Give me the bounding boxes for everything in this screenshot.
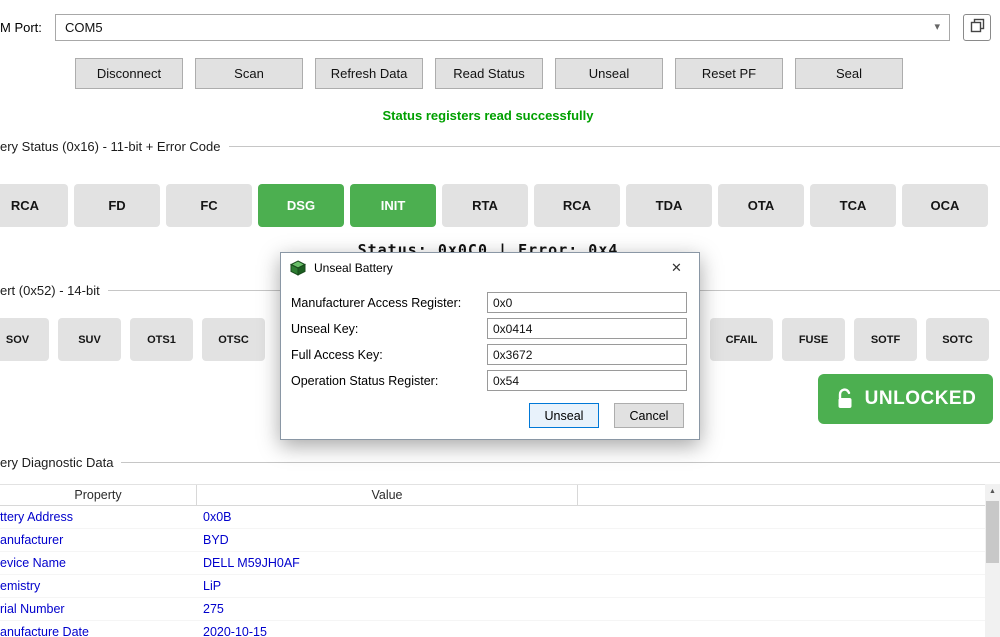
- property-cell: ttery Address: [0, 510, 197, 524]
- value-cell: BYD: [197, 533, 229, 547]
- flag-tda[interactable]: TDA: [626, 184, 712, 227]
- field-row: Operation Status Register:: [291, 370, 689, 391]
- field-row: Unseal Key:: [291, 318, 689, 339]
- table-row[interactable]: emistry LiP: [0, 575, 985, 598]
- toolbar: Disconnect Scan Refresh Data Read Status…: [75, 58, 903, 89]
- seal-button[interactable]: Seal: [795, 58, 903, 89]
- reset-pf-button[interactable]: Reset PF: [675, 58, 783, 89]
- flag-cfail[interactable]: CFAIL: [710, 318, 773, 361]
- battery-app-icon: [290, 260, 306, 276]
- app-window: M Port: COM5 ▾ Disconnect Scan Refresh D…: [0, 0, 1000, 637]
- table-row[interactable]: evice Name DELL M59JH0AF: [0, 552, 985, 575]
- scan-button[interactable]: Scan: [195, 58, 303, 89]
- flag-rta[interactable]: RTA: [442, 184, 528, 227]
- dialog-unseal-button[interactable]: Unseal: [529, 403, 599, 428]
- property-cell: evice Name: [0, 556, 197, 570]
- value-cell: 0x0B: [197, 510, 232, 524]
- flag-rca-2[interactable]: RCA: [534, 184, 620, 227]
- property-cell: rial Number: [0, 602, 197, 616]
- flag-sotc[interactable]: SOTC: [926, 318, 989, 361]
- table-scrollbar[interactable]: ▲: [985, 484, 1000, 637]
- flag-sotf[interactable]: SOTF: [854, 318, 917, 361]
- unseal-dialog: Unseal Battery ✕ Manufacturer Access Reg…: [280, 252, 700, 440]
- table-header-row: Property Value: [0, 484, 985, 506]
- com-port-select[interactable]: COM5 ▾: [55, 14, 950, 41]
- refresh-ports-button[interactable]: [963, 14, 991, 41]
- read-status-button[interactable]: Read Status: [435, 58, 543, 89]
- diagnostics-table: Property Value ttery Address 0x0B anufac…: [0, 484, 985, 637]
- dialog-cancel-button[interactable]: Cancel: [614, 403, 684, 428]
- full-access-key-label: Full Access Key:: [291, 348, 383, 362]
- alert-flags-row-right: CFAIL FUSE SOTF SOTC: [710, 318, 989, 361]
- column-header-empty: [578, 485, 985, 505]
- column-header-property[interactable]: Property: [0, 485, 197, 505]
- flag-rca[interactable]: RCA: [0, 184, 68, 227]
- status-message: Status registers read successfully: [383, 108, 594, 123]
- manufacturer-access-input[interactable]: [487, 292, 687, 313]
- scroll-up-arrow-icon[interactable]: ▲: [985, 484, 1000, 499]
- section-divider: [121, 462, 1000, 463]
- value-cell: 2020-10-15: [197, 625, 267, 637]
- table-row[interactable]: anufacture Date 2020-10-15: [0, 621, 985, 637]
- com-port-value: COM5: [65, 20, 103, 35]
- section-diagnostics-title: ery Diagnostic Data: [0, 455, 113, 470]
- table-row[interactable]: rial Number 275: [0, 598, 985, 621]
- chevron-down-icon: ▾: [934, 22, 940, 33]
- close-icon[interactable]: ✕: [654, 253, 699, 283]
- unseal-key-input[interactable]: [487, 318, 687, 339]
- scrollbar-thumb[interactable]: [986, 501, 999, 563]
- section-battery-status: ery Status (0x16) - 11-bit + Error Code: [0, 139, 1000, 154]
- value-cell: LiP: [197, 579, 221, 593]
- operation-status-input[interactable]: [487, 370, 687, 391]
- flag-oca[interactable]: OCA: [902, 184, 988, 227]
- section-divider: [229, 146, 1000, 147]
- com-port-label: M Port:: [0, 20, 42, 35]
- table-row[interactable]: ttery Address 0x0B: [0, 506, 985, 529]
- flag-fuse[interactable]: FUSE: [782, 318, 845, 361]
- value-cell: DELL M59JH0AF: [197, 556, 300, 570]
- property-cell: emistry: [0, 579, 197, 593]
- unlocked-button[interactable]: UNLOCKED: [818, 374, 993, 424]
- overlapping-windows-icon: [970, 18, 985, 38]
- flag-fc[interactable]: FC: [166, 184, 252, 227]
- unlock-icon: [835, 388, 855, 410]
- table-row[interactable]: anufacturer BYD: [0, 529, 985, 552]
- section-alert-title: ert (0x52) - 14-bit: [0, 283, 100, 298]
- unseal-key-label: Unseal Key:: [291, 322, 358, 336]
- full-access-key-input[interactable]: [487, 344, 687, 365]
- flag-otsc[interactable]: OTSC: [202, 318, 265, 361]
- flag-init[interactable]: INIT: [350, 184, 436, 227]
- unseal-button[interactable]: Unseal: [555, 58, 663, 89]
- refresh-data-button[interactable]: Refresh Data: [315, 58, 423, 89]
- property-cell: anufacture Date: [0, 625, 197, 637]
- flag-ota[interactable]: OTA: [718, 184, 804, 227]
- flag-suv[interactable]: SUV: [58, 318, 121, 361]
- column-header-value[interactable]: Value: [197, 485, 578, 505]
- dialog-titlebar[interactable]: Unseal Battery: [281, 253, 699, 283]
- flag-dsg[interactable]: DSG: [258, 184, 344, 227]
- operation-status-label: Operation Status Register:: [291, 374, 438, 388]
- property-cell: anufacturer: [0, 533, 197, 547]
- flag-tca[interactable]: TCA: [810, 184, 896, 227]
- flag-sov[interactable]: SOV: [0, 318, 49, 361]
- alert-flags-row-left: SOV SUV OTS1 OTSC: [0, 318, 265, 361]
- field-row: Full Access Key:: [291, 344, 689, 365]
- dialog-title: Unseal Battery: [314, 261, 393, 275]
- status-flags-row: RCA FD FC DSG INIT RTA RCA TDA OTA TCA O…: [0, 184, 988, 227]
- disconnect-button[interactable]: Disconnect: [75, 58, 183, 89]
- value-cell: 275: [197, 602, 224, 616]
- field-row: Manufacturer Access Register:: [291, 292, 689, 313]
- section-diagnostics: ery Diagnostic Data: [0, 455, 1000, 470]
- flag-ots1[interactable]: OTS1: [130, 318, 193, 361]
- section-battery-status-title: ery Status (0x16) - 11-bit + Error Code: [0, 139, 221, 154]
- flag-fd[interactable]: FD: [74, 184, 160, 227]
- manufacturer-access-label: Manufacturer Access Register:: [291, 296, 461, 310]
- unlocked-label: UNLOCKED: [865, 388, 977, 410]
